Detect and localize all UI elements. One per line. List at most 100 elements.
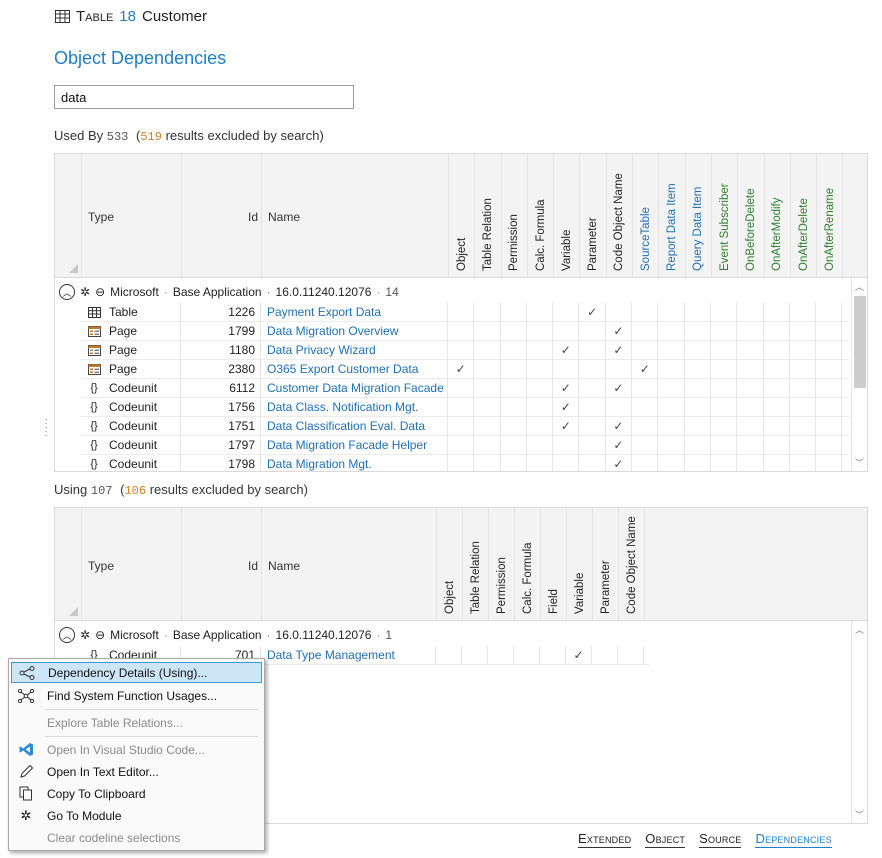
column-header-label: OnAfterDelete <box>797 198 810 271</box>
puzzle-icon: ✲ <box>80 628 91 642</box>
scroll-down-icon[interactable]: ﹀ <box>855 456 864 469</box>
check-cell <box>474 322 501 341</box>
check-cell <box>685 341 711 360</box>
check-cell: ✓ <box>606 417 633 436</box>
column-header[interactable]: Code Object Name <box>619 508 645 620</box>
row-type: Codeunit <box>109 400 158 414</box>
menu-item-go-to-module[interactable]: ✲ Go To Module <box>11 805 262 826</box>
scroll-up-icon[interactable]: ︿ <box>855 280 864 293</box>
check-cell <box>764 303 790 322</box>
col-name[interactable]: Name <box>268 210 300 224</box>
column-header-label: Permission <box>508 214 521 271</box>
check-cell <box>737 417 764 436</box>
check-cell <box>816 455 843 471</box>
check-cell <box>790 341 817 360</box>
column-header[interactable]: Event Subscriber <box>712 154 739 277</box>
table-row[interactable]: {} Codeunit 1797 Data Migration Facade Help… <box>81 436 849 455</box>
column-header[interactable]: Calc. Formula <box>528 154 555 277</box>
scroll-down-icon[interactable]: ﹀ <box>855 808 864 821</box>
check-cell <box>501 436 527 455</box>
tab-dependencies[interactable]: Dependencies <box>755 831 832 848</box>
column-header[interactable]: Variable <box>554 154 581 277</box>
check-cell <box>462 646 488 665</box>
col-id[interactable]: Id <box>248 210 258 224</box>
scroll-up-icon[interactable]: ︿ <box>855 623 864 636</box>
check-cell <box>632 341 659 360</box>
used-by-grid[interactable]: Type Id Name Object Table Relation Permiss… <box>54 153 868 472</box>
group-row[interactable]: ︿ ✲ ⊖ Microsoft · Base Application · 16.… <box>59 284 399 300</box>
scrollbar-thumb[interactable] <box>854 296 866 388</box>
table-row[interactable]: {} Codeunit 1798 Data Migration Mgt. ✓ <box>81 455 849 471</box>
column-header-label: Query Data Item <box>692 186 705 271</box>
column-header[interactable]: Table Relation <box>463 508 489 620</box>
splitter-handle-icon[interactable]: · · · · · <box>43 415 49 441</box>
row-name-link[interactable]: Payment Export Data <box>261 303 448 322</box>
table-row[interactable]: Page 2380 O365 Export Customer Data ✓ ✓ <box>81 360 849 379</box>
column-header[interactable]: Variable <box>567 508 593 620</box>
menu-item-explore-table-relations[interactable]: Explore Table Relations... <box>11 712 262 733</box>
used-by-scrollbar[interactable]: ︿ ﹀ <box>851 278 867 471</box>
check-cell <box>632 322 659 341</box>
tab-source[interactable]: Source <box>699 831 742 848</box>
check-cell <box>658 417 685 436</box>
table-row[interactable]: {} Codeunit 1751 Data Classification Eval. … <box>81 417 849 436</box>
check-cell <box>737 322 764 341</box>
column-header[interactable]: Table Relation <box>475 154 502 277</box>
group-row[interactable]: ︿ ✲ ⊖ Microsoft · Base Application · 16.… <box>59 627 392 643</box>
column-header[interactable]: Object <box>437 508 463 620</box>
search-input[interactable] <box>54 85 354 109</box>
column-header[interactable]: OnBeforeDelete <box>738 154 765 277</box>
collapse-icon[interactable]: ︿ <box>59 627 75 643</box>
row-name-link[interactable]: Data Migration Mgt. <box>261 455 448 471</box>
column-header[interactable]: OnAfterModify <box>765 154 791 277</box>
column-header[interactable]: Calc. Formula <box>515 508 541 620</box>
check-cell <box>764 379 790 398</box>
column-header[interactable]: Permission <box>489 508 515 620</box>
col-id[interactable]: Id <box>248 559 258 573</box>
column-header[interactable]: SourceTable <box>633 154 660 277</box>
row-name-link[interactable]: Data Migration Overview <box>261 322 448 341</box>
table-row[interactable]: {} Codeunit 6112 Customer Data Migration Fa… <box>81 379 849 398</box>
col-type[interactable]: Type <box>88 210 114 224</box>
table-row[interactable]: Page 1799 Data Migration Overview ✓ <box>81 322 849 341</box>
codeunit-icon: {} <box>90 401 98 413</box>
col-name[interactable]: Name <box>268 559 300 573</box>
row-name-link[interactable]: Customer Data Migration Facade <box>261 379 448 398</box>
menu-item-dependency-details[interactable]: Dependency Details (Using)... <box>11 662 262 683</box>
row-name-link[interactable]: Data Type Management <box>261 646 436 665</box>
table-icon <box>55 10 70 23</box>
column-header[interactable]: Parameter <box>593 508 619 620</box>
row-name-link[interactable]: Data Classification Eval. Data <box>261 417 448 436</box>
column-header[interactable]: Permission <box>502 154 528 277</box>
check-cell <box>790 455 817 471</box>
row-name-link[interactable]: Data Migration Facade Helper <box>261 436 448 455</box>
column-header[interactable]: OnAfterDelete <box>791 154 818 277</box>
menu-item-clear-codeline-selections[interactable]: Clear codeline selections <box>11 827 262 848</box>
menu-item-open-in-vscode[interactable]: Open In Visual Studio Code... <box>11 739 262 760</box>
collapse-icon[interactable]: ︿ <box>59 284 75 300</box>
column-header[interactable]: Object <box>449 154 476 277</box>
pencil-icon <box>17 763 35 781</box>
using-scrollbar[interactable]: ︿ ﹀ <box>851 621 867 823</box>
table-row[interactable]: Page 1180 Data Privacy Wizard ✓ ✓ <box>81 341 849 360</box>
column-header[interactable]: Query Data Item <box>686 154 712 277</box>
col-type[interactable]: Type <box>88 559 114 573</box>
column-header[interactable]: Code Object Name <box>607 154 634 277</box>
column-header[interactable]: Report Data Item <box>659 154 686 277</box>
menu-item-find-system-function-usages[interactable]: Find System Function Usages... <box>11 685 262 706</box>
table-row[interactable]: Table 1226 Payment Export Data ✓ <box>81 303 849 322</box>
column-header[interactable]: OnAfterRename <box>817 154 844 277</box>
column-header[interactable]: Parameter <box>581 154 607 277</box>
column-header[interactable]: Field <box>541 508 567 620</box>
check-cell <box>816 341 843 360</box>
menu-item-open-in-text-editor[interactable]: Open In Text Editor... <box>11 761 262 782</box>
copy-icon <box>17 785 35 803</box>
row-name-link[interactable]: O365 Export Customer Data <box>261 360 448 379</box>
check-cell <box>685 417 711 436</box>
row-name-link[interactable]: Data Privacy Wizard <box>261 341 448 360</box>
table-row[interactable]: {} Codeunit 1756 Data Class. Notification M… <box>81 398 849 417</box>
tab-extended[interactable]: Extended <box>578 831 632 848</box>
row-name-link[interactable]: Data Class. Notification Mgt. <box>261 398 448 417</box>
menu-item-copy-to-clipboard[interactable]: Copy To Clipboard <box>11 783 262 804</box>
tab-object[interactable]: Object <box>645 831 686 848</box>
